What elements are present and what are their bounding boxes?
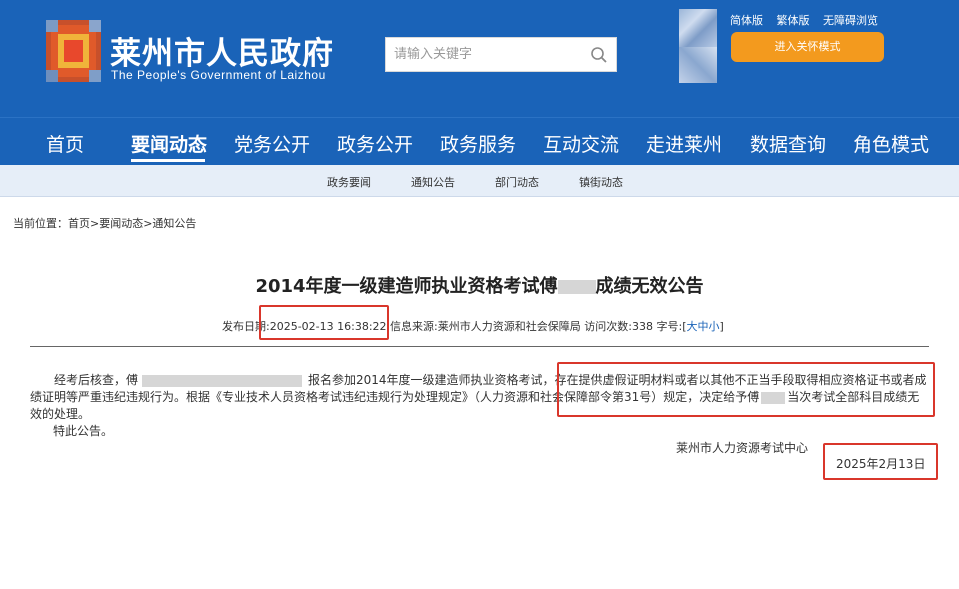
nav-item-services[interactable]: 政务服务	[440, 130, 516, 157]
site-subtitle: The People's Government of Laizhou	[111, 68, 326, 82]
care-mode-button[interactable]: 进入关怀模式	[731, 32, 884, 62]
site-title[interactable]: 莱州市人民政府	[110, 28, 334, 73]
nav-item-news[interactable]: 要闻动态	[131, 130, 207, 157]
search-input[interactable]	[386, 38, 581, 71]
subnav-item-town-news[interactable]: 镇街动态	[579, 174, 623, 190]
nav-item-home[interactable]: 首页	[46, 130, 84, 157]
article-paragraph: 经考后核查，傅 报名参加2014年度一级建造师执业资格考试，存在提供虚假证明材料或…	[30, 372, 930, 423]
date-value: 2025-02-13 16:38:22	[269, 320, 387, 333]
emblem-icon	[46, 20, 101, 82]
nav-item-affairs[interactable]: 政务公开	[337, 130, 413, 157]
visits-value: 338	[631, 320, 653, 333]
para-part-a: 经考后核查，傅	[54, 373, 139, 387]
nav-item-data[interactable]: 数据查询	[750, 130, 826, 157]
article-body: 经考后核查，傅 报名参加2014年度一级建造师执业资格考试，存在提供虚假证明材料或…	[30, 372, 930, 423]
article-title-suffix: 成绩无效公告	[595, 276, 704, 297]
sub-nav: 政务要闻 通知公告 部门动态 镇街动态	[0, 165, 959, 197]
main-nav: 首页 要闻动态 党务公开 政务公开 政务服务 互动交流 走进莱州 数据查询 角色…	[0, 117, 959, 165]
subnav-item-dept-news[interactable]: 部门动态	[495, 174, 539, 190]
signer: 莱州市人力资源考试中心	[676, 441, 809, 455]
site-header: 莱州市人民政府 The People's Government of Laizh…	[0, 0, 959, 117]
redacted-id	[142, 374, 303, 387]
divider	[30, 346, 929, 347]
accessibility-link[interactable]: 无障碍浏览	[823, 14, 878, 27]
subnav-item-notices[interactable]: 通知公告	[411, 174, 455, 190]
search-box	[385, 37, 617, 72]
sign-date: 2025年2月13日	[836, 457, 926, 471]
avatar	[679, 9, 717, 47]
font-size-label: 字号:	[656, 320, 683, 333]
font-size-close: ]	[719, 320, 724, 333]
traditional-link[interactable]: 繁体版	[777, 14, 810, 27]
redacted-name-2	[761, 391, 786, 404]
nav-item-interaction[interactable]: 互动交流	[543, 130, 619, 157]
subnav-item-gov-news[interactable]: 政务要闻	[327, 174, 371, 190]
top-links: 简体版 繁体版 无障碍浏览	[730, 12, 888, 28]
simplified-link[interactable]: 简体版	[730, 14, 763, 27]
avatar-secondary	[679, 47, 717, 83]
redacted-name	[557, 280, 596, 294]
closing-line: 特此公告。	[53, 424, 114, 438]
nav-item-party[interactable]: 党务公开	[234, 130, 310, 157]
date-label: 发布日期:	[222, 320, 270, 333]
nav-item-roles[interactable]: 角色模式	[853, 130, 929, 157]
article-title-prefix: 2014年度一级建造师执业资格考试傅	[255, 276, 558, 297]
article-title: 2014年度一级建造师执业资格考试傅 成绩无效公告	[0, 272, 959, 298]
search-icon[interactable]	[590, 46, 608, 64]
article-meta: 发布日期:2025-02-13 16:38:22 信息来源:莱州市人力资源和社会…	[222, 318, 724, 334]
nav-active-indicator	[131, 159, 205, 162]
nav-item-about[interactable]: 走进莱州	[646, 130, 722, 157]
source-label: 信息来源:	[390, 320, 438, 333]
visits-label: 访问次数:	[584, 320, 632, 333]
breadcrumb: 当前位置：首页>要闻动态>通知公告	[13, 217, 197, 230]
font-size-links[interactable]: 大中小	[687, 320, 720, 333]
source-value: 莱州市人力资源和社会保障局	[437, 320, 581, 333]
